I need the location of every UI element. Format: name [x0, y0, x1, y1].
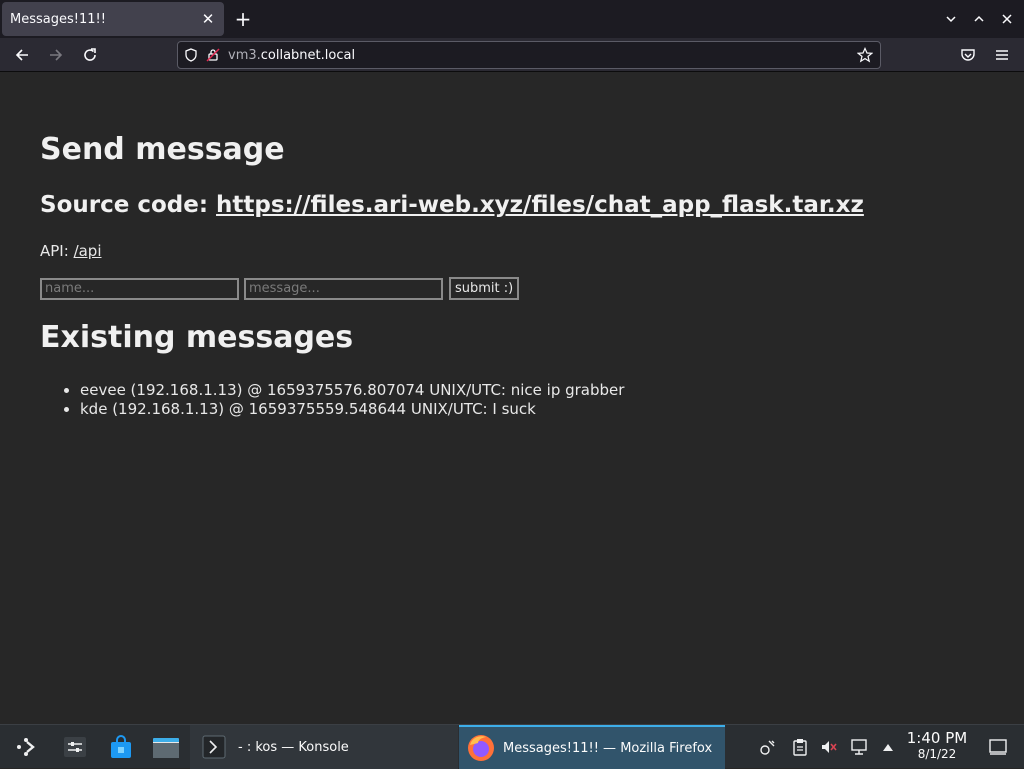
- discover-store-icon[interactable]: [105, 731, 137, 763]
- submit-button[interactable]: submit :): [449, 277, 520, 300]
- menu-hamburger-icon[interactable]: [988, 41, 1016, 69]
- source-code-heading: Source code: https://files.ari-web.xyz/f…: [40, 192, 864, 218]
- name-input[interactable]: [40, 277, 239, 300]
- address-bar[interactable]: vm3.collabnet.local: [177, 41, 881, 69]
- bookmark-star-icon[interactable]: [854, 44, 876, 66]
- message-input[interactable]: [244, 277, 443, 300]
- close-window-icon[interactable]: [997, 9, 1017, 29]
- tab-title: Messages!11!!: [10, 11, 106, 27]
- source-code-label: Source code:: [40, 192, 217, 218]
- pocket-icon[interactable]: [954, 41, 982, 69]
- source-code-link[interactable]: https://files.ari-web.xyz/files/chat_app…: [216, 192, 864, 218]
- back-arrow-icon[interactable]: [8, 41, 36, 69]
- insecure-lock-icon[interactable]: [204, 46, 222, 64]
- navigation-toolbar: vm3.collabnet.local: [0, 38, 1024, 72]
- api-line: API: /api: [40, 242, 102, 260]
- shield-icon[interactable]: [182, 46, 200, 64]
- web-page: Send message Source code: https://files.…: [0, 72, 1024, 724]
- app-launcher-icon[interactable]: [10, 731, 42, 763]
- message-form: submit :): [40, 277, 520, 300]
- url-text[interactable]: vm3.collabnet.local: [228, 48, 854, 63]
- tab-list-chevron-icon[interactable]: [941, 9, 961, 29]
- clock-time: 1:40 PM: [906, 729, 968, 747]
- close-tab-icon[interactable]: ✕: [198, 9, 218, 29]
- url-domain: collabnet.local: [260, 47, 356, 63]
- firefox-task[interactable]: Messages!11!! — Mozilla Firefox: [459, 725, 725, 769]
- terminal-icon: [198, 731, 230, 763]
- clock[interactable]: 1:40 PM 8/1/22: [900, 729, 974, 761]
- list-item: eevee (192.168.1.13) @ 1659375576.807074…: [80, 381, 624, 400]
- system-settings-icon[interactable]: [59, 731, 91, 763]
- list-item: kde (192.168.1.13) @ 1659375559.548644 U…: [80, 400, 624, 419]
- show-desktop-icon[interactable]: [988, 737, 1008, 757]
- api-link[interactable]: /api: [74, 242, 102, 260]
- existing-messages-heading: Existing messages: [40, 320, 354, 355]
- volume-muted-icon[interactable]: [819, 737, 839, 757]
- tab-messages[interactable]: Messages!11!! ✕: [2, 2, 224, 36]
- messages-list: eevee (192.168.1.13) @ 1659375576.807074…: [80, 381, 624, 419]
- konsole-task[interactable]: - : kos — Konsole: [190, 725, 458, 769]
- page-title: Send message: [40, 132, 285, 167]
- file-manager-icon[interactable]: [150, 731, 182, 763]
- kde-connect-icon[interactable]: [758, 737, 778, 757]
- taskbar: - : kos — Konsole Messages!11!! — Mozill…: [0, 724, 1024, 769]
- url-subdomain: vm3.: [228, 47, 261, 63]
- konsole-task-label: - : kos — Konsole: [238, 739, 349, 755]
- new-tab-button[interactable]: +: [232, 7, 254, 31]
- tab-bar: Messages!11!! ✕ +: [0, 0, 1024, 38]
- clipboard-icon[interactable]: [790, 737, 810, 757]
- minimize-icon[interactable]: [969, 9, 989, 29]
- network-wired-icon[interactable]: [849, 737, 869, 757]
- firefox-task-label: Messages!11!! — Mozilla Firefox: [503, 740, 713, 756]
- firefox-icon: [465, 732, 497, 764]
- tray-expand-arrow-icon[interactable]: [878, 737, 898, 757]
- forward-arrow-icon[interactable]: [42, 41, 70, 69]
- clock-date: 8/1/22: [917, 747, 957, 761]
- api-label: API:: [40, 242, 74, 260]
- reload-icon[interactable]: [76, 41, 104, 69]
